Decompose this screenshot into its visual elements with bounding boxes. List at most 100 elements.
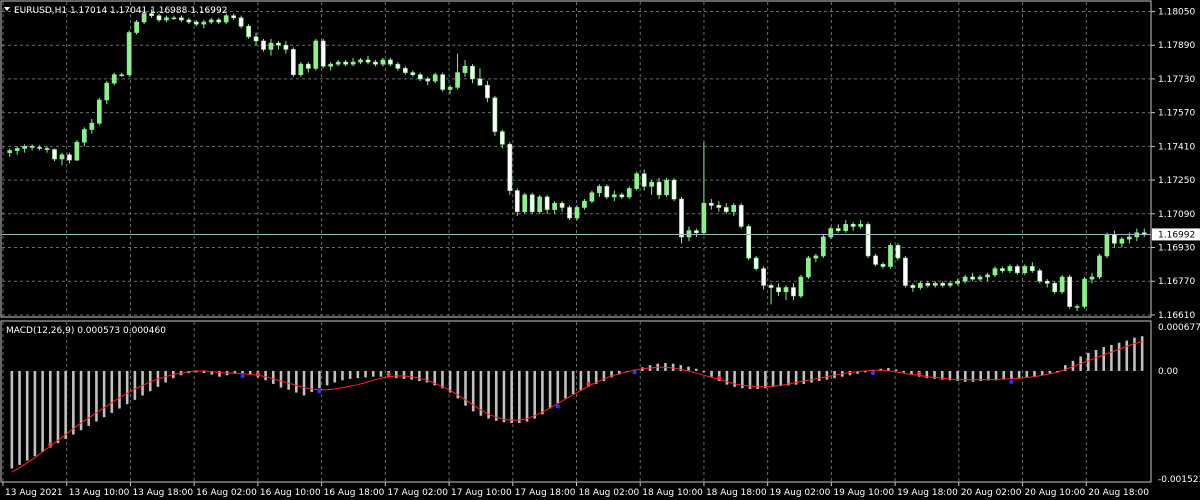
candle-body (582, 200, 587, 208)
candle (1052, 281, 1058, 294)
candle-body (552, 202, 557, 210)
candle (888, 243, 893, 269)
candle-body (358, 59, 363, 63)
histogram-bar (279, 370, 283, 388)
symbol-info: EURUSD,H1 1.17014 1.17041 1.16988 1.1699… (14, 6, 227, 16)
candle-body (186, 19, 192, 23)
histogram-bar (79, 370, 83, 431)
time-tick-label: 13 Aug 2021 (5, 488, 63, 498)
candle-body (679, 198, 684, 238)
candle (522, 192, 528, 214)
candle-body (193, 21, 199, 25)
candle-body (626, 188, 632, 198)
candle-body (253, 36, 259, 42)
macd-tick-label: 0.00 (1158, 367, 1178, 377)
candle-body (955, 280, 961, 284)
histogram-bar (41, 370, 44, 452)
time-tick-label: 18 Aug 10:00 (642, 488, 703, 498)
candle-body (903, 257, 908, 286)
candle-body (126, 32, 132, 76)
candle-body (671, 179, 677, 200)
candle-body (462, 65, 468, 73)
candle-body (261, 40, 266, 50)
histogram-bar (1102, 347, 1106, 371)
candle-body (208, 19, 214, 23)
histogram-bar (72, 370, 75, 435)
candle-body (1052, 283, 1058, 293)
candle (291, 47, 296, 77)
candle-body (791, 287, 796, 297)
candle-body (477, 78, 483, 86)
candle-body (216, 19, 222, 23)
histogram-bar (710, 370, 713, 377)
histogram-bar (33, 370, 37, 457)
histogram-bar (348, 370, 352, 379)
candle (753, 255, 759, 271)
candle-body (291, 49, 296, 76)
candle-body (888, 245, 893, 267)
candle-body (470, 65, 475, 80)
candle-body (455, 72, 460, 88)
candle-body (276, 42, 281, 46)
candle (246, 24, 251, 39)
histogram-bar (564, 370, 567, 399)
candle (903, 255, 908, 288)
candle-body (634, 173, 640, 189)
histogram-bar (848, 370, 852, 376)
price-tick-label: 1.17730 (1158, 75, 1195, 85)
chart-background (0, 0, 1200, 500)
time-tick-label: 16 Aug 02:00 (196, 488, 257, 498)
histogram-bar (556, 370, 560, 404)
time-tick-label: 13 Aug 18:00 (132, 488, 193, 498)
histogram-bar (302, 370, 306, 396)
candle-body (1015, 266, 1020, 274)
candle-body (1044, 280, 1050, 284)
candle-body (649, 181, 654, 187)
candle-body (716, 205, 722, 208)
histogram-bar (525, 370, 529, 422)
histogram-bar (241, 370, 244, 374)
sell-dot (586, 381, 591, 386)
candle-body (1007, 266, 1013, 271)
candle (1097, 253, 1102, 280)
candle-body (1037, 270, 1043, 282)
candle-body (753, 257, 759, 269)
time-tick-label: 17 Aug 02:00 (387, 488, 448, 498)
histogram-bar (487, 370, 490, 419)
candle-body (776, 287, 781, 293)
candle-body (335, 61, 341, 65)
histogram-bar (1002, 370, 1006, 380)
candle-body (111, 74, 117, 84)
candle (238, 15, 244, 29)
histogram-bar (10, 370, 14, 469)
histogram-bar (333, 370, 337, 383)
current-price-label: 1.16992 (1158, 230, 1195, 240)
buy-dot (871, 371, 876, 376)
histogram-bar (48, 370, 52, 448)
candle (746, 224, 752, 261)
candle-body (52, 149, 57, 160)
candle-body (798, 276, 804, 297)
candle-body (970, 276, 975, 280)
sell-dot (717, 376, 722, 381)
histogram-bar (787, 370, 790, 386)
candle (873, 253, 878, 267)
candle-body (67, 154, 72, 161)
candle-body (604, 186, 610, 198)
histogram-bar (287, 370, 290, 390)
trading-chart[interactable]: 1.18050 1.17890 1.17730 1.17570 1.17410 1.172… (0, 0, 1200, 500)
price-tick-label: 1.17090 (1158, 210, 1195, 220)
candle-body (880, 264, 886, 267)
candle (604, 184, 610, 200)
candle-body (985, 274, 990, 278)
histogram-bar (341, 370, 344, 381)
price-tick-label: 1.17570 (1158, 109, 1195, 119)
candle (537, 194, 543, 214)
candle-body (947, 283, 953, 286)
candle-body (917, 283, 923, 288)
candle-body (164, 17, 169, 21)
histogram-bar (125, 370, 129, 405)
histogram-bar (671, 363, 675, 371)
macd-tick-label: 0.000677 (1158, 323, 1200, 333)
histogram-bar (448, 370, 452, 393)
